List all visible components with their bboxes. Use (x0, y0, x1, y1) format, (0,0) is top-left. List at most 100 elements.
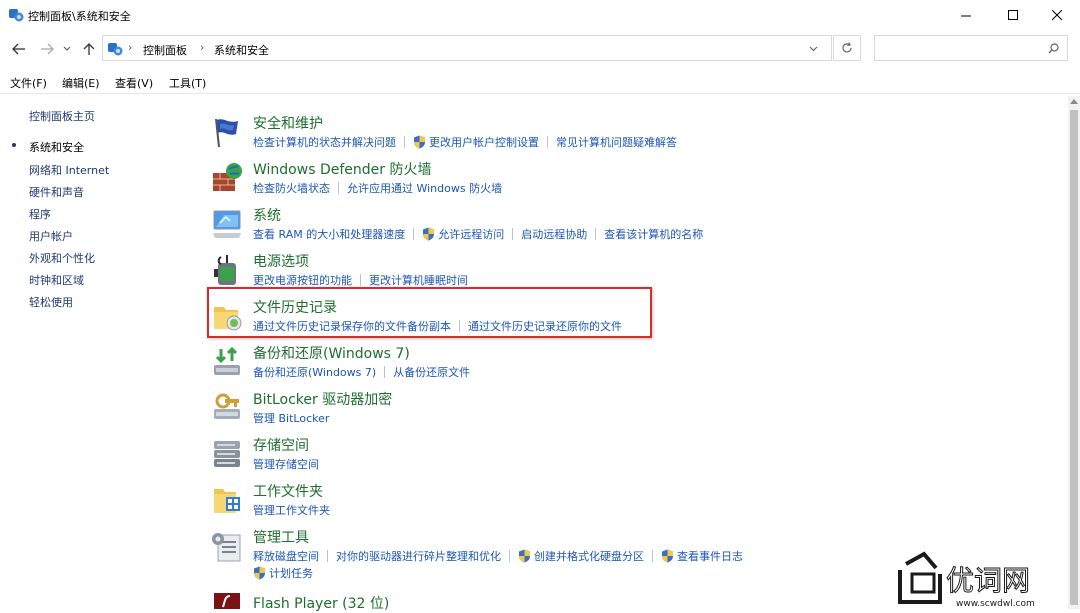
sidebar-item-user-accounts[interactable]: 用户帐户 (29, 228, 73, 244)
link-divider (327, 550, 328, 562)
menu-file[interactable]: 文件(F) (10, 75, 47, 91)
svg-text:优词网: 优词网 (946, 564, 1030, 597)
maximize-button[interactable] (990, 0, 1036, 30)
category-system: 系统 查看 RAM 的大小和处理器速度 允许远程访问 启动远程协助 查看该计算机… (210, 205, 1030, 249)
category-title[interactable]: Flash Player (32 位) (253, 593, 389, 613)
link-divider (384, 366, 386, 378)
link-divider (404, 136, 405, 148)
link-label: 更改用户帐户控制设置 (429, 136, 539, 149)
flag-icon (215, 118, 238, 148)
link-backup-restore[interactable]: 备份和还原(Windows 7) (253, 364, 376, 380)
chevron-down-icon[interactable] (809, 46, 818, 52)
link-label: 创建并格式化硬盘分区 (534, 550, 644, 563)
link-remote-access[interactable]: 允许远程访问 (422, 226, 504, 242)
firewall-icon (213, 163, 242, 191)
uac-shield-icon (414, 135, 425, 149)
category-title[interactable]: BitLocker 驱动器加密 (253, 389, 392, 409)
uac-shield-icon (662, 549, 673, 563)
link-ram-speed[interactable]: 查看 RAM 的大小和处理器速度 (253, 226, 405, 242)
category-work-folders: 工作文件夹 管理工作文件夹 (210, 481, 1030, 525)
svg-text:www.scwdwl.com: www.scwdwl.com (956, 599, 1035, 609)
sidebar-item-appearance[interactable]: 外观和个性化 (29, 250, 95, 266)
control-panel-icon (9, 9, 24, 22)
breadcrumb-system-security[interactable]: 系统和安全 (214, 42, 269, 58)
active-bullet (12, 143, 16, 147)
link-firewall-status[interactable]: 检查防火墙状态 (253, 180, 330, 196)
link-divider (652, 550, 653, 562)
sidebar-item-system-security[interactable]: 系统和安全 (29, 139, 84, 155)
link-free-disk-space[interactable]: 释放磁盘空间 (253, 548, 319, 564)
navigation-bar: › 控制面板 › 系统和安全 (0, 34, 1080, 64)
link-event-logs[interactable]: 查看事件日志 (661, 548, 743, 564)
category-title[interactable]: 工作文件夹 (253, 481, 323, 501)
link-uac-settings[interactable]: 更改用户帐户控制设置 (413, 134, 539, 150)
link-manage-bitlocker[interactable]: 管理 BitLocker (253, 410, 329, 426)
category-storage-spaces: 存储空间 管理存储空间 (210, 435, 1030, 479)
link-check-status[interactable]: 检查计算机的状态并解决问题 (253, 134, 396, 150)
uac-shield-icon (519, 549, 530, 563)
address-bar[interactable]: › 控制面板 › 系统和安全 (102, 35, 832, 61)
close-icon (1051, 9, 1062, 20)
up-button[interactable] (80, 40, 98, 58)
up-arrow-icon (83, 43, 95, 55)
link-manage-storage[interactable]: 管理存储空间 (253, 456, 319, 472)
link-label: 允许远程访问 (438, 228, 505, 241)
sidebar-item-network[interactable]: 网络和 Internet (29, 162, 109, 178)
close-button[interactable] (1034, 0, 1080, 30)
link-power-button[interactable]: 更改电源按钮的功能 (253, 272, 352, 288)
scroll-up-arrow-icon[interactable] (1070, 99, 1078, 105)
link-restore-from-backup[interactable]: 从备份还原文件 (393, 364, 470, 380)
chevron-down-icon (63, 46, 71, 51)
link-label: 查看事件日志 (677, 550, 743, 563)
category-firewall: Windows Defender 防火墙 检查防火墙状态 允许应用通过 Wind… (210, 159, 1030, 203)
title-bar: 控制面板\系统和安全 (0, 0, 1080, 30)
menu-bar: 文件(F) 编辑(E) 查看(V) 工具(T) (0, 70, 1080, 94)
breadcrumb-separator: › (128, 41, 133, 54)
back-button[interactable] (10, 40, 28, 58)
breadcrumb-control-panel[interactable]: 控制面板 (143, 42, 187, 58)
category-title[interactable]: 电源选项 (253, 251, 309, 271)
control-panel-icon (108, 43, 123, 56)
category-title[interactable]: 安全和维护 (253, 113, 323, 133)
link-divider (509, 550, 510, 562)
sidebar-item-programs[interactable]: 程序 (29, 206, 51, 222)
category-title[interactable]: 系统 (253, 205, 281, 225)
sidebar-item-ease-of-access[interactable]: 轻松使用 (29, 294, 73, 310)
category-title[interactable]: Windows Defender 防火墙 (253, 159, 431, 179)
link-allow-app[interactable]: 允许应用通过 Windows 防火墙 (347, 180, 502, 196)
link-divider (595, 228, 597, 240)
link-sleep-time[interactable]: 更改计算机睡眠时间 (369, 272, 468, 288)
menu-tools[interactable]: 工具(T) (169, 75, 206, 91)
recent-locations-button[interactable] (61, 40, 73, 58)
minimize-button[interactable] (943, 0, 989, 30)
link-scheduled-tasks[interactable]: 计划任务 (253, 565, 313, 581)
link-manage-work-folders[interactable]: 管理工作文件夹 (253, 502, 330, 518)
refresh-icon (842, 42, 852, 53)
uac-shield-icon (423, 227, 435, 241)
scrollbar-thumb[interactable] (1070, 110, 1078, 605)
admin-tools-icon (212, 533, 241, 562)
power-icon (214, 255, 236, 285)
link-troubleshoot[interactable]: 常见计算机问题疑难解答 (556, 134, 677, 150)
forward-button[interactable] (38, 40, 56, 58)
category-title[interactable]: 备份和还原(Windows 7) (253, 343, 410, 363)
search-input[interactable] (874, 35, 1068, 61)
refresh-button[interactable] (833, 35, 861, 61)
category-title[interactable]: 存储空间 (253, 435, 309, 455)
sidebar-home-link[interactable]: 控制面板主页 (29, 108, 95, 124)
storage-spaces-icon (214, 441, 240, 467)
breadcrumb-separator: › (200, 41, 205, 54)
link-remote-assistance[interactable]: 启动远程协助 (521, 226, 587, 242)
link-computer-name[interactable]: 查看该计算机的名称 (604, 226, 703, 242)
sidebar-item-clock-region[interactable]: 时钟和区域 (29, 272, 84, 288)
category-title[interactable]: 管理工具 (253, 527, 309, 547)
link-create-partition[interactable]: 创建并格式化硬盘分区 (518, 548, 644, 564)
highlight-box (207, 287, 652, 338)
link-divider (360, 274, 361, 286)
menu-edit[interactable]: 编辑(E) (62, 75, 100, 91)
menu-view[interactable]: 查看(V) (115, 75, 153, 91)
forward-arrow-icon (41, 43, 54, 55)
sidebar-item-hardware-sound[interactable]: 硬件和声音 (29, 184, 84, 200)
maximize-icon (1007, 9, 1018, 20)
link-defragment[interactable]: 对你的驱动器进行碎片整理和优化 (336, 548, 501, 564)
